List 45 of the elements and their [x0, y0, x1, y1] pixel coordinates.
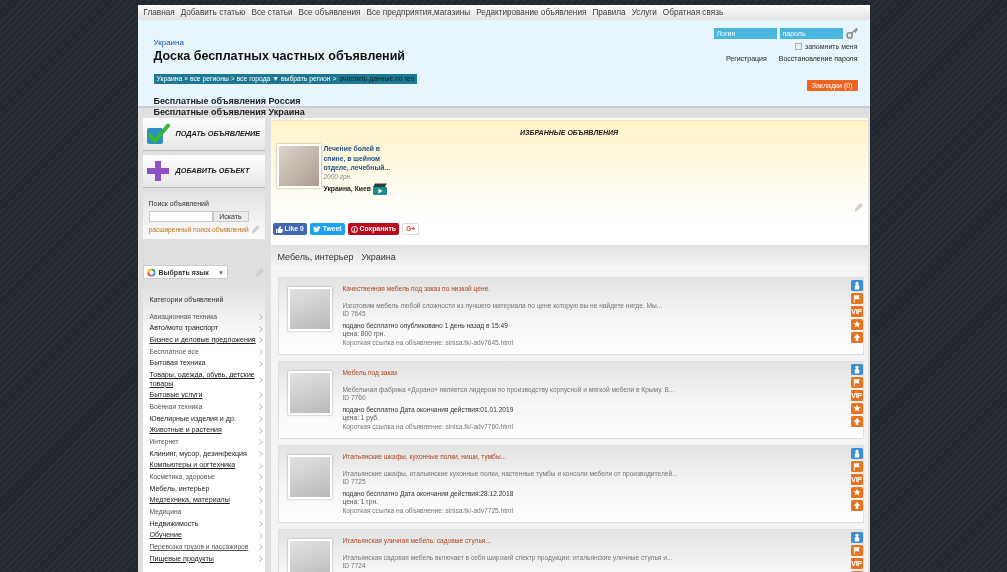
nav-link[interactable]: Все объявления	[298, 7, 361, 18]
nav-link[interactable]: Обратная связь	[662, 7, 724, 18]
photo-placeholder	[287, 371, 332, 415]
plus-icon	[145, 160, 170, 182]
pin-icon	[350, 225, 358, 233]
region-link[interactable]: Украина	[153, 38, 184, 48]
nav-link[interactable]: Главная	[143, 7, 175, 18]
nav-link[interactable]: Редактирование объявления	[476, 7, 587, 18]
arrow-up-icon[interactable]	[850, 332, 863, 343]
person-icon[interactable]	[850, 364, 863, 375]
site-link[interactable]: Бесплатные объявления Россия	[153, 96, 301, 107]
arrow-up-icon[interactable]	[850, 500, 863, 511]
nav-link[interactable]: Правила	[592, 7, 626, 18]
nav-link[interactable]: Услуги	[631, 7, 657, 18]
listing-region: Украина	[361, 250, 396, 264]
star-icon[interactable]	[850, 403, 863, 414]
pencil-icon[interactable]	[853, 202, 864, 212]
bird-icon	[312, 225, 321, 233]
photo-placeholder	[287, 539, 332, 572]
star-icon[interactable]	[850, 319, 863, 330]
photo-placeholder	[287, 287, 332, 331]
photo-placeholder	[287, 455, 332, 499]
chevron-icon	[258, 376, 263, 383]
arrow-up-icon[interactable]	[850, 416, 863, 427]
flag-icon[interactable]	[850, 545, 863, 556]
nav-link[interactable]: Добавить статью	[180, 7, 246, 18]
person-icon[interactable]	[850, 280, 863, 291]
logo-icon	[146, 267, 156, 277]
checkmark-icon	[145, 123, 170, 145]
person-icon[interactable]	[850, 532, 863, 543]
photo-placeholder	[276, 144, 321, 188]
site-link[interactable]: Бесплатные объявления Украина	[153, 107, 305, 118]
thumbs-up-icon	[275, 225, 283, 233]
nav-link[interactable]: Все предприятия,магазины	[366, 7, 471, 18]
star-icon[interactable]	[850, 487, 863, 498]
flag-icon[interactable]	[850, 377, 863, 388]
flag-icon[interactable]	[850, 293, 863, 304]
flag-icon[interactable]	[850, 461, 863, 472]
nav-link[interactable]: Все статьи	[251, 7, 293, 18]
search-field[interactable]	[148, 211, 213, 222]
key-icon[interactable]	[845, 27, 858, 39]
site-title: Доска бесплатных частных объявлений	[153, 49, 406, 64]
remember-checkbox[interactable]	[794, 43, 802, 50]
listing-category: Мебель, интерьер	[277, 250, 354, 264]
person-icon[interactable]	[850, 448, 863, 459]
